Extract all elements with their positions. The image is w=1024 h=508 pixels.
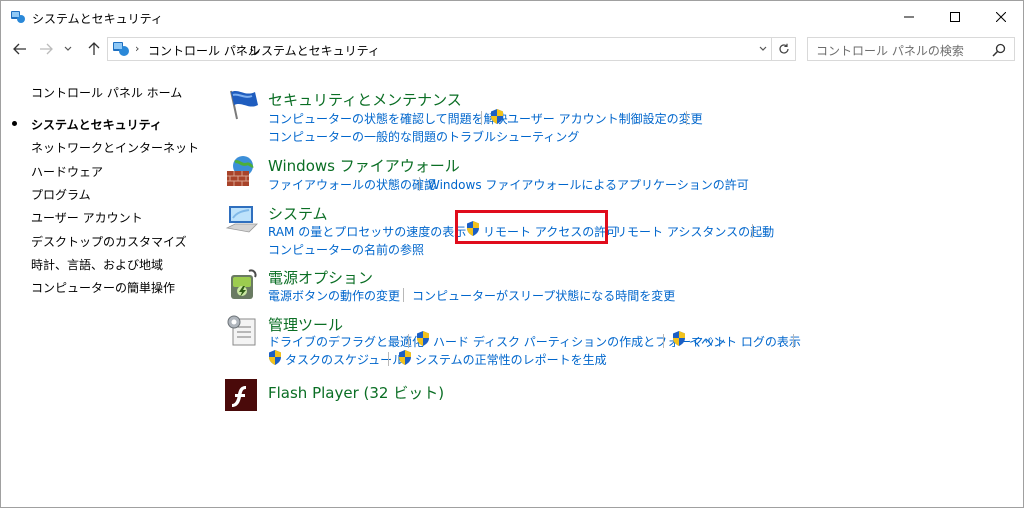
highlight-box: [455, 210, 608, 244]
link-separator: [686, 111, 687, 125]
system-health-report-link[interactable]: システムの正常性のレポートを生成: [415, 351, 607, 368]
navigation-bar: › コントロール パネル › システムとセキュリティ コントロール パネルの検索: [1, 33, 1023, 65]
computer-name-link[interactable]: コンピューターの名前の参照: [268, 241, 424, 258]
breadcrumb-system-security[interactable]: システムとセキュリティ: [249, 42, 380, 59]
refresh-button[interactable]: [772, 37, 796, 61]
firewall-icon[interactable]: [225, 154, 259, 188]
arrow-right-icon: [40, 43, 53, 55]
link-separator: [419, 177, 420, 191]
breadcrumb-control-panel[interactable]: コントロール パネル: [148, 42, 260, 59]
link-separator: [481, 111, 482, 125]
administrative-tools-title[interactable]: 管理ツール: [268, 314, 343, 335]
firewall-allow-app-link[interactable]: Windows ファイアウォールによるアプリケーションの許可: [428, 176, 749, 193]
windows-firewall-title[interactable]: Windows ファイアウォール: [268, 155, 460, 176]
left-item-desktop-customization[interactable]: デスクトップのカスタマイズ: [31, 233, 187, 250]
left-item-system-security[interactable]: システムとセキュリティ: [31, 116, 162, 133]
maximize-icon: [950, 12, 960, 22]
flash-player-title[interactable]: Flash Player (32 ビット): [268, 382, 444, 403]
left-item-user-accounts[interactable]: ユーザー アカウント: [31, 209, 143, 226]
search-placeholder: コントロール パネルの検索: [816, 44, 964, 58]
uac-shield-icon: [399, 350, 411, 365]
security-maintenance-flag-icon[interactable]: [225, 87, 259, 121]
defrag-link[interactable]: ドライブのデフラグと最適化: [268, 333, 424, 350]
uac-shield-icon: [417, 331, 429, 346]
uac-shield-icon: [269, 350, 281, 365]
arrow-up-icon: [88, 42, 100, 55]
task-schedule-link[interactable]: タスクのスケジュール: [285, 351, 404, 368]
forward-button[interactable]: [35, 37, 57, 61]
power-options-title[interactable]: 電源オプション: [268, 267, 373, 288]
chevron-down-icon: [64, 46, 72, 51]
troubleshooting-link[interactable]: コンピューターの一般的な問題のトラブルシューティング: [268, 128, 579, 145]
power-button-link[interactable]: 電源ボタンの動作の変更: [268, 287, 400, 304]
remote-assistance-link[interactable]: リモート アシスタンスの起動: [615, 223, 774, 240]
uac-shield-icon: [491, 109, 503, 124]
control-panel-icon: [113, 42, 129, 56]
link-separator: [408, 334, 409, 348]
link-separator: [793, 334, 794, 348]
maximize-button[interactable]: [932, 1, 978, 33]
system-computer-icon[interactable]: [225, 202, 259, 236]
left-item-ease-of-access[interactable]: コンピューターの簡単操作: [31, 279, 175, 296]
window: システムとセキュリティ › コントロール パネル › システムとセキュリティ コ…: [0, 0, 1024, 508]
search-icon[interactable]: [991, 42, 1007, 58]
flash-player-icon[interactable]: [225, 379, 257, 411]
event-log-link[interactable]: イベント ログの表示: [689, 333, 801, 350]
window-title: システムとセキュリティ: [32, 12, 163, 26]
check-status-link[interactable]: コンピューターの状態を確認して問題を解決: [268, 110, 508, 127]
left-item-programs[interactable]: プログラム: [31, 186, 91, 203]
link-separator: [663, 334, 664, 348]
administrative-tools-icon[interactable]: [225, 313, 259, 347]
left-item-network[interactable]: ネットワークとインターネット: [31, 139, 199, 156]
address-dropdown-button[interactable]: [756, 42, 770, 56]
link-separator: [403, 288, 404, 302]
refresh-icon: [778, 43, 789, 54]
sleep-time-link[interactable]: コンピューターがスリープ状態になる時間を変更: [412, 287, 675, 304]
close-icon: [996, 12, 1006, 22]
search-input[interactable]: コントロール パネルの検索: [807, 37, 1015, 61]
breadcrumb-separator[interactable]: ›: [135, 42, 139, 55]
uac-settings-link[interactable]: ユーザー アカウント制御設定の変更: [507, 110, 703, 127]
left-item-hardware[interactable]: ハードウェア: [31, 163, 103, 180]
link-separator: [388, 352, 389, 366]
arrow-left-icon: [13, 43, 26, 55]
current-page-bullet: [12, 121, 17, 126]
control-panel-home-link[interactable]: コントロール パネル ホーム: [31, 84, 182, 101]
address-bar[interactable]: › コントロール パネル › システムとセキュリティ: [107, 37, 772, 61]
title-bar: システムとセキュリティ: [1, 1, 1023, 33]
recent-locations-button[interactable]: [61, 37, 75, 61]
control-panel-icon: [11, 11, 25, 23]
minimize-button[interactable]: [886, 1, 932, 33]
power-options-icon[interactable]: [225, 267, 259, 301]
system-title[interactable]: システム: [268, 203, 328, 224]
left-item-clock-region[interactable]: 時計、言語、および地域: [31, 256, 163, 273]
security-maintenance-title[interactable]: セキュリティとメンテナンス: [268, 89, 462, 110]
link-separator: [752, 224, 753, 238]
firewall-status-link[interactable]: ファイアウォールの状態の確認: [268, 176, 436, 193]
close-button[interactable]: [978, 1, 1024, 33]
uac-shield-icon: [673, 331, 685, 346]
minimize-icon: [904, 16, 914, 18]
up-button[interactable]: [83, 37, 105, 61]
ram-processor-link[interactable]: RAM の量とプロセッサの速度の表示: [268, 223, 466, 240]
chevron-down-icon: [759, 46, 767, 51]
breadcrumb-separator[interactable]: ›: [236, 42, 240, 55]
back-button[interactable]: [9, 37, 31, 61]
